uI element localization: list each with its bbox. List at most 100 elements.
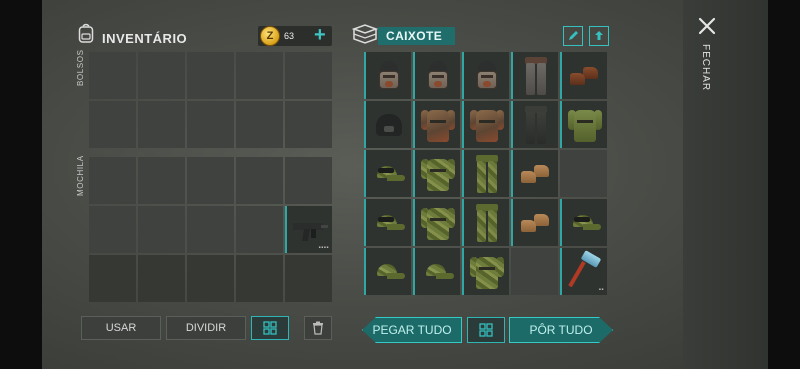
gas-mask-helmet-icon	[475, 60, 499, 91]
olive-vest-icon	[567, 106, 602, 144]
backpack-slot-locked	[89, 255, 136, 302]
sort-crate-button[interactable]	[467, 317, 505, 343]
discard-button[interactable]	[304, 316, 332, 340]
camo-cap-icon	[373, 262, 405, 282]
grid-sort-icon	[479, 323, 493, 337]
backpack-slot[interactable]	[187, 206, 234, 253]
crate-slot[interactable]: ▪▪	[560, 248, 607, 295]
backpack-slot[interactable]	[89, 157, 136, 204]
coin-count: 63	[284, 31, 295, 41]
rusty-armor-icon	[420, 106, 455, 144]
backpack-slot[interactable]	[89, 206, 136, 253]
crate-slot[interactable]	[462, 248, 509, 295]
backpack-slot[interactable]	[138, 206, 185, 253]
pocket-slot[interactable]	[236, 101, 283, 148]
backpack-slot[interactable]	[236, 157, 283, 204]
crate-slot[interactable]	[413, 248, 460, 295]
tan-boots-icon	[520, 164, 551, 183]
hammer-icon	[567, 249, 602, 292]
durability-dots: ▪▪▪▪	[318, 245, 329, 251]
crate-slot[interactable]	[413, 150, 460, 197]
crate-slot[interactable]	[462, 150, 509, 197]
side-panel	[683, 0, 768, 369]
add-coins-button[interactable]: +	[314, 25, 326, 45]
crate-slot[interactable]	[560, 52, 607, 99]
upload-crate-button[interactable]	[589, 26, 609, 46]
crate-slot-empty[interactable]	[560, 150, 607, 197]
crate-slot[interactable]	[560, 101, 607, 148]
pocket-slot[interactable]	[285, 101, 332, 148]
backpack-grid: ▪▪▪▪	[89, 157, 332, 302]
backpack-slot-locked	[285, 255, 332, 302]
pocket-slot[interactable]	[285, 52, 332, 99]
camo-cap-icon	[569, 213, 601, 233]
pocket-slot[interactable]	[187, 52, 234, 99]
screen-edge-right	[768, 0, 800, 369]
gas-mask-helmet-icon	[426, 60, 450, 91]
backpack-slot-smg[interactable]: ▪▪▪▪	[285, 206, 332, 253]
rename-crate-button[interactable]	[563, 26, 583, 46]
rusty-armor-icon	[469, 106, 504, 144]
pocket-slot[interactable]	[236, 52, 283, 99]
camo-cap-icon	[422, 262, 454, 282]
screen-edge-left	[0, 0, 42, 369]
close-label[interactable]: FECHAR	[700, 44, 711, 91]
crate-slot[interactable]	[511, 101, 558, 148]
dark-pants-icon	[524, 105, 547, 144]
backpack-slot[interactable]	[187, 157, 234, 204]
crate-slot[interactable]	[364, 52, 411, 99]
inventory-title: INVENTÁRIO	[102, 31, 188, 46]
crate-slot[interactable]	[364, 101, 411, 148]
pocket-slot[interactable]	[187, 101, 234, 148]
crate-slot[interactable]	[364, 199, 411, 246]
pockets-label: BOLSOS	[76, 49, 85, 86]
backpack-slot-locked	[187, 255, 234, 302]
grid-sort-icon	[263, 321, 277, 335]
crate-slot[interactable]	[462, 52, 509, 99]
coin-icon: Z	[260, 26, 280, 46]
backpack-icon	[78, 23, 94, 43]
crate-slot[interactable]	[413, 199, 460, 246]
pocket-slot[interactable]	[89, 101, 136, 148]
crate-icon	[352, 24, 378, 44]
backpack-slot[interactable]	[138, 157, 185, 204]
pocket-slot[interactable]	[138, 101, 185, 148]
camo-armor-icon	[469, 253, 504, 291]
crate-slot[interactable]	[511, 199, 558, 246]
camo-cap-icon	[373, 213, 405, 233]
crate-grid: ▪▪	[364, 52, 607, 302]
camo-pants-icon	[475, 203, 498, 242]
tan-boots-icon	[520, 213, 551, 232]
brown-boots-icon	[569, 66, 600, 85]
upload-icon	[595, 31, 603, 40]
use-button[interactable]: USAR	[81, 316, 161, 340]
sort-inventory-button[interactable]	[251, 316, 289, 340]
crate-slot[interactable]	[560, 199, 607, 246]
smg-icon	[291, 217, 329, 243]
crate-slot[interactable]	[511, 52, 558, 99]
crate-slot-empty[interactable]	[511, 248, 558, 295]
crate-title: CAIXOTE	[378, 27, 455, 45]
split-button[interactable]: DIVIDIR	[166, 316, 246, 340]
crate-slot[interactable]	[364, 150, 411, 197]
put-all-button[interactable]: PÔR TUDO	[509, 317, 613, 343]
take-all-button[interactable]: PEGAR TUDO	[362, 317, 462, 343]
metal-pants-icon	[524, 56, 547, 95]
backpack-slot-locked	[138, 255, 185, 302]
camo-armor-icon	[420, 204, 455, 242]
combat-helmet-icon	[375, 113, 402, 136]
backpack-slot[interactable]	[236, 206, 283, 253]
crate-slot[interactable]	[413, 101, 460, 148]
crate-slot[interactable]	[462, 101, 509, 148]
crate-slot[interactable]	[364, 248, 411, 295]
crate-slot[interactable]	[511, 150, 558, 197]
crate-slot[interactable]	[462, 199, 509, 246]
close-icon[interactable]	[697, 16, 717, 36]
crate-slot[interactable]	[413, 52, 460, 99]
backpack-label: MOCHILA	[76, 155, 85, 196]
pocket-slot[interactable]	[138, 52, 185, 99]
pencil-icon	[569, 31, 578, 40]
pocket-slot[interactable]	[89, 52, 136, 99]
backpack-slot[interactable]	[285, 157, 332, 204]
camo-cap-icon	[373, 164, 405, 184]
